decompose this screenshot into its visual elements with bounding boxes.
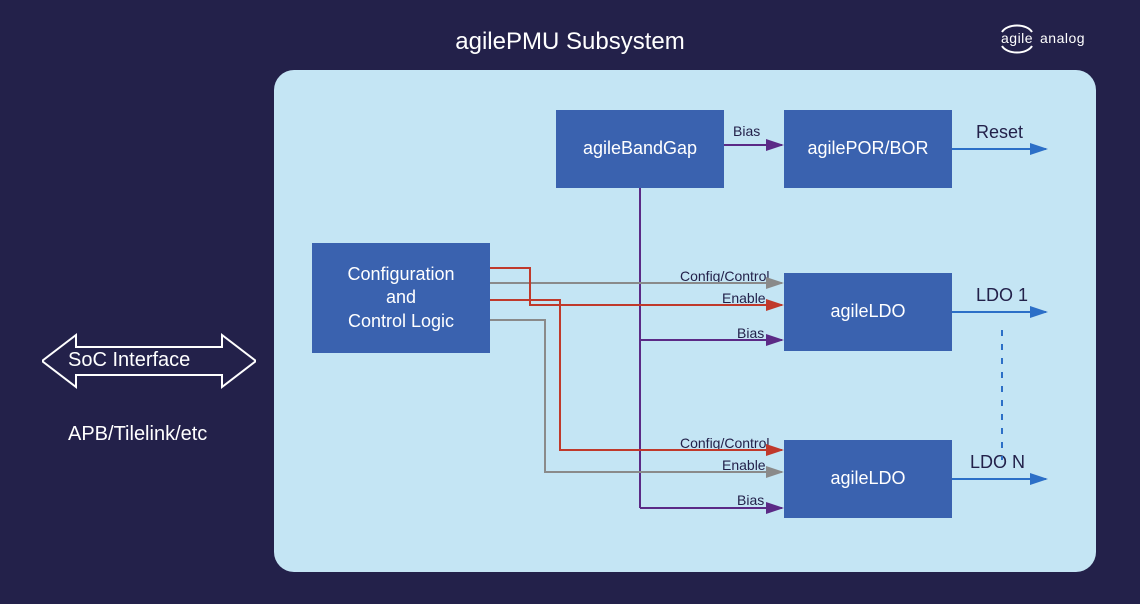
- edge-label-config-1: Config/Control: [680, 268, 770, 284]
- edge-label-bias-1: Bias: [737, 325, 764, 341]
- logo-text-1: agile: [1001, 30, 1033, 46]
- block-config-control: Configuration and Control Logic: [312, 243, 490, 353]
- page-title: agilePMU Subsystem: [0, 28, 1140, 56]
- soc-interface-label: SoC Interface: [68, 349, 190, 372]
- block-por-bor: agilePOR/BOR: [784, 110, 952, 188]
- brand-logo: agile analog: [1000, 22, 1110, 56]
- output-label-ldo1: LDO 1: [976, 285, 1028, 306]
- block-ldo-n: agileLDO: [784, 440, 952, 518]
- edge-label-config-2: Config/Control: [680, 435, 770, 451]
- block-bandgap: agileBandGap: [556, 110, 724, 188]
- logo-arc-icon: agile analog: [1000, 22, 1110, 56]
- block-ldo-1: agileLDO: [784, 273, 952, 351]
- edge-label-enable-2: Enable: [722, 457, 766, 473]
- soc-bus-label: APB/Tilelink/etc: [68, 423, 207, 446]
- edge-label-bias-2: Bias: [737, 492, 764, 508]
- output-label-ldoN: LDO N: [970, 452, 1025, 473]
- edge-label-bias-top: Bias: [733, 123, 760, 139]
- edge-label-enable-1: Enable: [722, 290, 766, 306]
- logo-text-2: analog: [1040, 30, 1085, 46]
- output-label-reset: Reset: [976, 122, 1023, 143]
